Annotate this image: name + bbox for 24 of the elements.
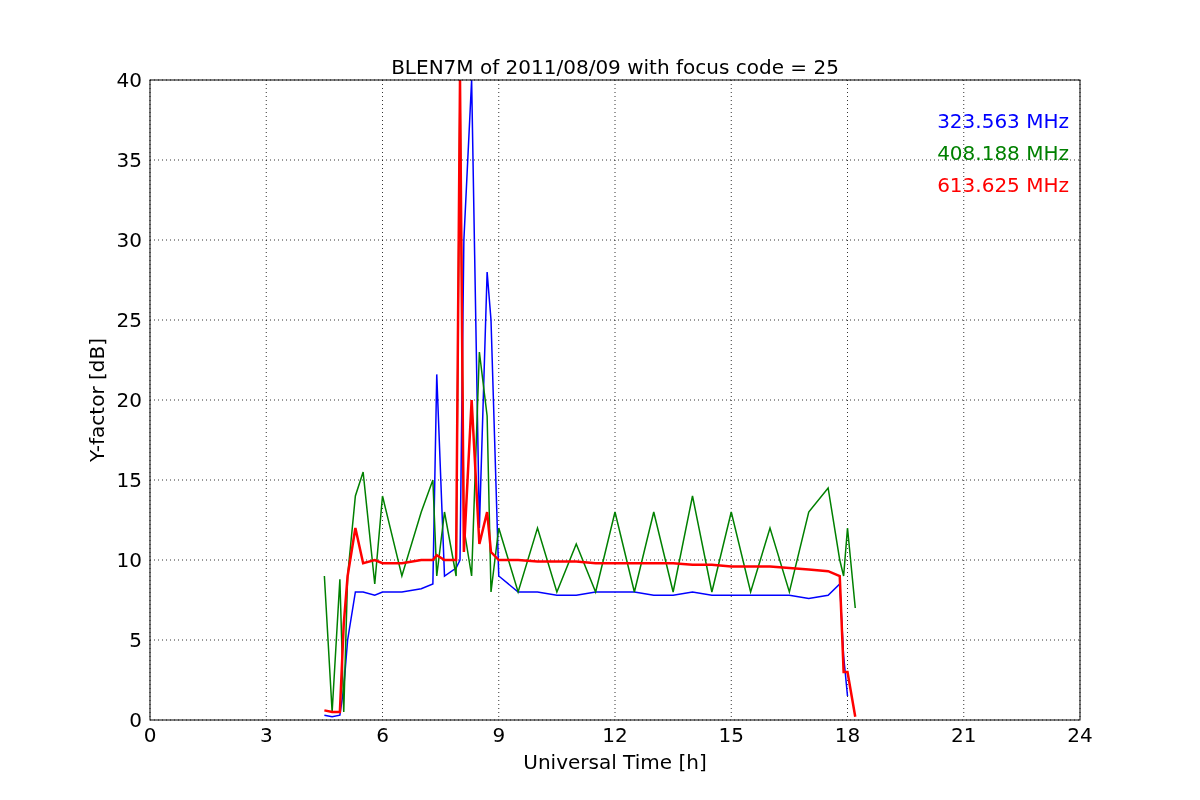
tick-label: 9 bbox=[492, 723, 506, 747]
legend-label: 408.188 MHz bbox=[937, 141, 1069, 165]
tick-label: 20 bbox=[116, 388, 142, 412]
axis-label: Universal Time [h] bbox=[523, 750, 707, 774]
tick-label: 15 bbox=[116, 468, 142, 492]
tick-label: 24 bbox=[1067, 723, 1093, 747]
tick-label: 12 bbox=[602, 723, 628, 747]
tick-label: 35 bbox=[116, 148, 142, 172]
tick-label: 0 bbox=[129, 708, 142, 732]
tick-label: 30 bbox=[116, 228, 142, 252]
tick-label: 18 bbox=[834, 723, 861, 747]
tick-label: 40 bbox=[116, 68, 142, 92]
tick-label: 21 bbox=[951, 723, 977, 747]
tick-label: 6 bbox=[376, 723, 389, 747]
tick-label: 0 bbox=[143, 723, 157, 747]
tick-label: 5 bbox=[129, 628, 142, 652]
legend-label: 613.625 MHz bbox=[937, 173, 1069, 197]
legend-label: 323.563 MHz bbox=[937, 109, 1069, 133]
tick-label: 15 bbox=[718, 723, 744, 747]
tick-label: 3 bbox=[259, 723, 273, 747]
axis-label: Y-factor [dB] bbox=[85, 338, 109, 462]
chart-title: BLEN7M of 2011/08/09 with focus code = 25 bbox=[391, 55, 839, 79]
tick-label: 10 bbox=[116, 548, 142, 572]
tick-label: 25 bbox=[116, 308, 142, 332]
